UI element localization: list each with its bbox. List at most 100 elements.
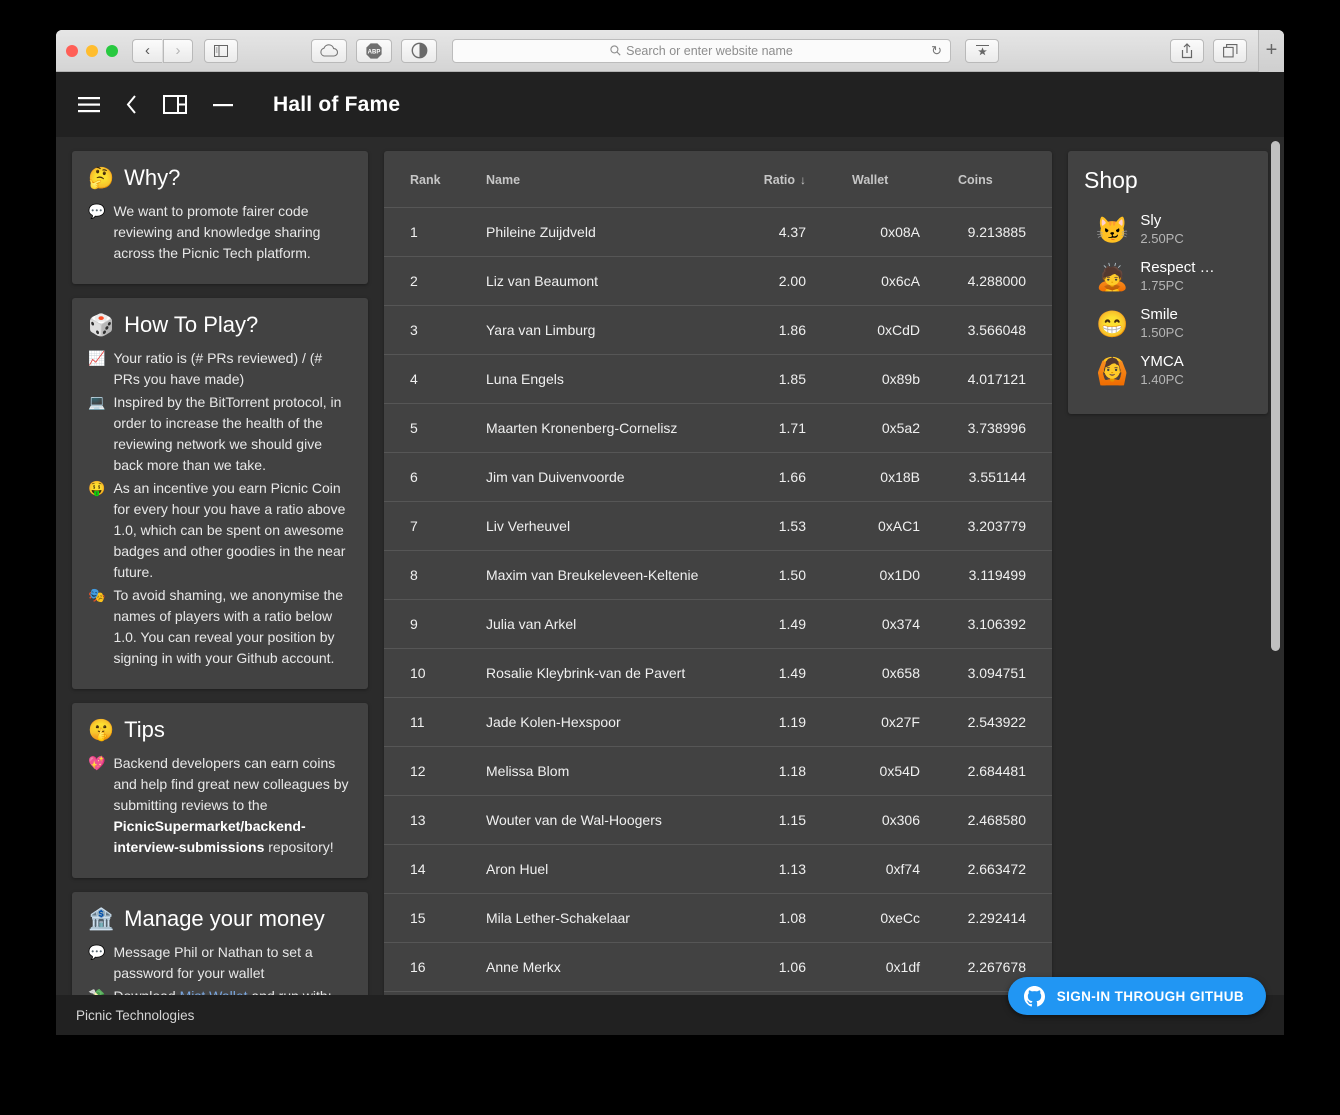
close-window-button[interactable] xyxy=(66,45,78,57)
cell-rank: 10 xyxy=(384,649,470,698)
cloud-extension-button[interactable] xyxy=(311,39,347,63)
browser-window: ‹ › ABP xyxy=(56,30,1284,1035)
table-row[interactable]: 7Liv Verheuvel1.530xAC13.203779 xyxy=(384,502,1052,551)
cell-name: Rosalie Kleybrink-van de Pavert xyxy=(470,649,722,698)
share-button[interactable] xyxy=(1170,39,1204,63)
cell-wallet: 0x6cA xyxy=(832,257,932,306)
laptop-icon: 💻 xyxy=(88,392,105,476)
card-tips-bullets: 💖 Backend developers can earn coins and … xyxy=(88,753,352,858)
show-tabs-button[interactable] xyxy=(1213,39,1247,63)
table-row[interactable]: 11Jade Kolen-Hexspoor1.190x27F2.543922 xyxy=(384,698,1052,747)
page-scrollbar[interactable] xyxy=(1271,137,1280,1035)
card-how-to-play-bullets: 📈 Your ratio is (# PRs reviewed) / (# PR… xyxy=(88,348,352,669)
back-button[interactable]: ‹ xyxy=(132,39,162,63)
hamburger-menu-icon xyxy=(78,97,100,113)
cell-ratio: 1.08 xyxy=(722,894,832,943)
cell-coins: 2.543922 xyxy=(932,698,1052,747)
cell-name: Phileine Zuijdveld xyxy=(470,208,722,257)
table-row[interactable]: 14Aron Huel1.130xf742.663472 xyxy=(384,845,1052,894)
cell-rank: 2 xyxy=(384,257,470,306)
column-header-rank[interactable]: Rank xyxy=(384,151,470,208)
cell-rank: 14 xyxy=(384,845,470,894)
window-controls xyxy=(66,45,118,57)
ghostery-extension-button[interactable] xyxy=(401,39,437,63)
menu-button[interactable] xyxy=(78,97,100,113)
column-header-wallet[interactable]: Wallet xyxy=(832,151,932,208)
contrast-icon xyxy=(411,42,428,59)
cell-ratio: 1.15 xyxy=(722,796,832,845)
svg-text:ABP: ABP xyxy=(368,49,381,55)
cell-name: Jade Kolen-Hexspoor xyxy=(470,698,722,747)
table-row[interactable]: 10Rosalie Kleybrink-van de Pavert1.490x6… xyxy=(384,649,1052,698)
cell-name: Luna Engels xyxy=(470,355,722,404)
reload-icon[interactable]: ↻ xyxy=(931,43,942,59)
tabs-icon xyxy=(1223,44,1238,58)
cell-wallet: 0x08A xyxy=(832,208,932,257)
reading-list-button[interactable] xyxy=(965,39,999,63)
forward-button[interactable]: › xyxy=(163,39,193,63)
bullet-text: To avoid shaming, we anonymise the names… xyxy=(113,585,352,669)
signin-through-github-button[interactable]: SIGN-IN THROUGH GITHUB xyxy=(1008,977,1266,1015)
shop-item-name: Smile xyxy=(1140,305,1183,324)
cell-ratio: 1.66 xyxy=(722,453,832,502)
cell-rank: 1 xyxy=(384,208,470,257)
bank-icon: 🏦 xyxy=(88,909,114,930)
thinking-face-icon: 🤔 xyxy=(88,168,114,189)
shop-item[interactable]: 😼Sly2.50PC xyxy=(1084,206,1252,253)
cell-ratio: 1.50 xyxy=(722,551,832,600)
shop-item-list: 😼Sly2.50PC🙇Respect …1.75PC😁Smile1.50PC🙆Y… xyxy=(1084,206,1252,394)
column-header-coins[interactable]: Coins xyxy=(932,151,1052,208)
table-row[interactable]: 9Julia van Arkel1.490x3743.106392 xyxy=(384,600,1052,649)
performing-arts-icon: 🎭 xyxy=(88,585,105,669)
cell-rank: 9 xyxy=(384,600,470,649)
page-title: Hall of Fame xyxy=(273,93,400,117)
app-back-button[interactable] xyxy=(126,95,137,114)
share-icon xyxy=(1180,43,1194,59)
table-row[interactable]: 13Wouter van de Wal-Hoogers1.150x3062.46… xyxy=(384,796,1052,845)
card-how-to-play: 🎲 How To Play? 📈 Your ratio is (# PRs re… xyxy=(72,298,368,689)
table-row[interactable]: 4Luna Engels1.850x89b4.017121 xyxy=(384,355,1052,404)
column-header-name[interactable]: Name xyxy=(470,151,722,208)
leaderboard-column: Rank Name Ratio↓ Wallet Coins 1Phileine … xyxy=(384,151,1052,1035)
address-bar[interactable]: Search or enter website name ↻ xyxy=(452,39,951,63)
app-minimize-button[interactable] xyxy=(213,103,233,107)
table-row[interactable]: 12Melissa Blom1.180x54D2.684481 xyxy=(384,747,1052,796)
minimize-window-button[interactable] xyxy=(86,45,98,57)
adblock-plus-extension-button[interactable]: ABP xyxy=(356,39,392,63)
tips-text-before: Backend developers can earn coins and he… xyxy=(113,755,348,813)
github-icon xyxy=(1024,986,1045,1007)
bullet-text: Your ratio is (# PRs reviewed) / (# PRs … xyxy=(113,348,352,390)
cell-wallet: 0xeCc xyxy=(832,894,932,943)
cell-coins: 2.684481 xyxy=(932,747,1052,796)
cell-coins: 2.663472 xyxy=(932,845,1052,894)
cell-coins: 3.738996 xyxy=(932,404,1052,453)
table-row[interactable]: 15Mila Lether-Schakelaar1.080xeCc2.29241… xyxy=(384,894,1052,943)
table-row[interactable]: 8Maxim van Breukeleveen-Keltenie1.500x1D… xyxy=(384,551,1052,600)
cell-name: Liz van Beaumont xyxy=(470,257,722,306)
table-row[interactable]: 6Jim van Duivenvoorde1.660x18B3.551144 xyxy=(384,453,1052,502)
layout-toggle-button[interactable] xyxy=(163,95,187,114)
cell-rank: 7 xyxy=(384,502,470,551)
shop-item-price: 1.50PC xyxy=(1140,324,1183,342)
cell-ratio: 1.49 xyxy=(722,600,832,649)
shop-item[interactable]: 🙇Respect …1.75PC xyxy=(1084,253,1252,300)
card-how-to-play-title-text: How To Play? xyxy=(124,312,258,338)
sidebar-toggle-button[interactable] xyxy=(204,39,238,63)
chevron-left-icon xyxy=(126,95,137,114)
table-row[interactable]: 2Liz van Beaumont2.000x6cA4.288000 xyxy=(384,257,1052,306)
shop-item[interactable]: 🙆YMCA1.40PC xyxy=(1084,347,1252,394)
page-scrollbar-thumb[interactable] xyxy=(1271,141,1280,651)
column-header-ratio[interactable]: Ratio↓ xyxy=(722,151,832,208)
table-row[interactable]: 1Phileine Zuijdveld4.370x08A9.213885 xyxy=(384,208,1052,257)
shop-item-emoji-icon: 🙆 xyxy=(1096,358,1128,384)
cell-ratio: 1.19 xyxy=(722,698,832,747)
table-row[interactable]: 3Yara van Limburg1.860xCdD3.566048 xyxy=(384,306,1052,355)
table-row[interactable]: 5Maarten Kronenberg-Cornelisz1.710x5a23.… xyxy=(384,404,1052,453)
shop-item[interactable]: 😁Smile1.50PC xyxy=(1084,300,1252,347)
cell-coins: 2.468580 xyxy=(932,796,1052,845)
table-row[interactable]: 16Anne Merkx1.060x1df2.267678 xyxy=(384,943,1052,992)
extension-buttons: ABP xyxy=(311,39,438,63)
cell-wallet: 0xAC1 xyxy=(832,502,932,551)
new-tab-button[interactable]: + xyxy=(1258,30,1284,72)
maximize-window-button[interactable] xyxy=(106,45,118,57)
